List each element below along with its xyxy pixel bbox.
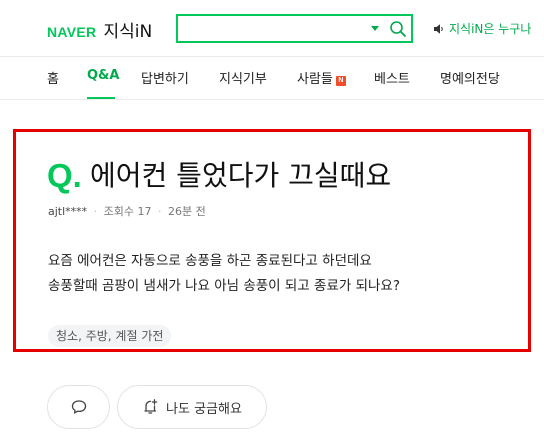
post-time: 26분 전 <box>168 205 206 218</box>
question-title: 에어컨 틀었다가 끄실때요 <box>90 159 392 192</box>
tab-donation[interactable]: 지식기부 <box>219 68 267 87</box>
question-meta: ajtl**** · 조회수 17 · 26분 전 <box>48 203 206 219</box>
curious-button-label: 나도 궁금해요 <box>166 401 242 417</box>
question-body-line: 송풍할때 곰팡이 냄새가 나요 아님 송풍이 되고 종료가 되나요? <box>48 278 400 294</box>
meta-separator: · <box>158 205 162 218</box>
search-input[interactable] <box>178 16 364 41</box>
tab-people-label: 사람들 <box>297 72 333 87</box>
author-name[interactable]: ajtl**** <box>48 205 87 218</box>
notice-text: 지식iN은 누구나 <box>449 22 532 36</box>
bell-plus-icon <box>142 398 160 416</box>
view-count: 조회수 17 <box>103 205 152 218</box>
tab-people[interactable]: 사람들 N <box>297 68 346 87</box>
naver-logo[interactable]: NAVER <box>47 24 96 40</box>
speech-bubble-icon <box>70 398 88 416</box>
category-tag[interactable]: 청소, 주방, 계절 가전 <box>48 325 172 347</box>
notice-banner[interactable]: 지식iN은 누구나 <box>433 20 531 37</box>
tab-best[interactable]: 베스트 <box>374 68 410 87</box>
jisikin-logo[interactable]: 지식iN <box>103 17 152 42</box>
tab-answer[interactable]: 답변하기 <box>141 68 189 87</box>
meta-separator: · <box>93 205 98 218</box>
comment-button[interactable] <box>47 385 110 429</box>
caret-down-icon[interactable] <box>371 26 379 31</box>
search-icon[interactable] <box>389 20 407 38</box>
question-body-line: 요즘 에어컨은 자동으로 송풍을 하곤 종료된다고 하던데요 <box>48 253 372 269</box>
main-nav: 홈 Q&A 답변하기 지식기부 사람들 N 베스트 명예의전당 <box>0 57 544 100</box>
tab-qna[interactable]: Q&A <box>87 68 119 83</box>
active-tab-indicator <box>87 97 115 99</box>
search-box <box>176 14 413 43</box>
tab-home[interactable]: 홈 <box>47 68 59 87</box>
question-mark: Q. <box>47 157 82 194</box>
header: NAVER 지식iN 지식iN은 누구나 <box>0 0 544 57</box>
question-body: 요즘 에어컨은 자동으로 송풍을 하곤 종료된다고 하던데요 송풍할때 곰팡이 … <box>48 249 400 299</box>
speaker-icon <box>433 23 445 35</box>
logo[interactable]: NAVER 지식iN <box>47 17 152 42</box>
curious-button[interactable]: 나도 궁금해요 <box>117 385 267 429</box>
new-badge: N <box>335 76 346 86</box>
tab-hall-of-fame[interactable]: 명예의전당 <box>440 68 500 87</box>
question-card: Q. 에어컨 틀었다가 끄실때요 ajtl**** · 조회수 17 · 26분… <box>13 129 531 352</box>
